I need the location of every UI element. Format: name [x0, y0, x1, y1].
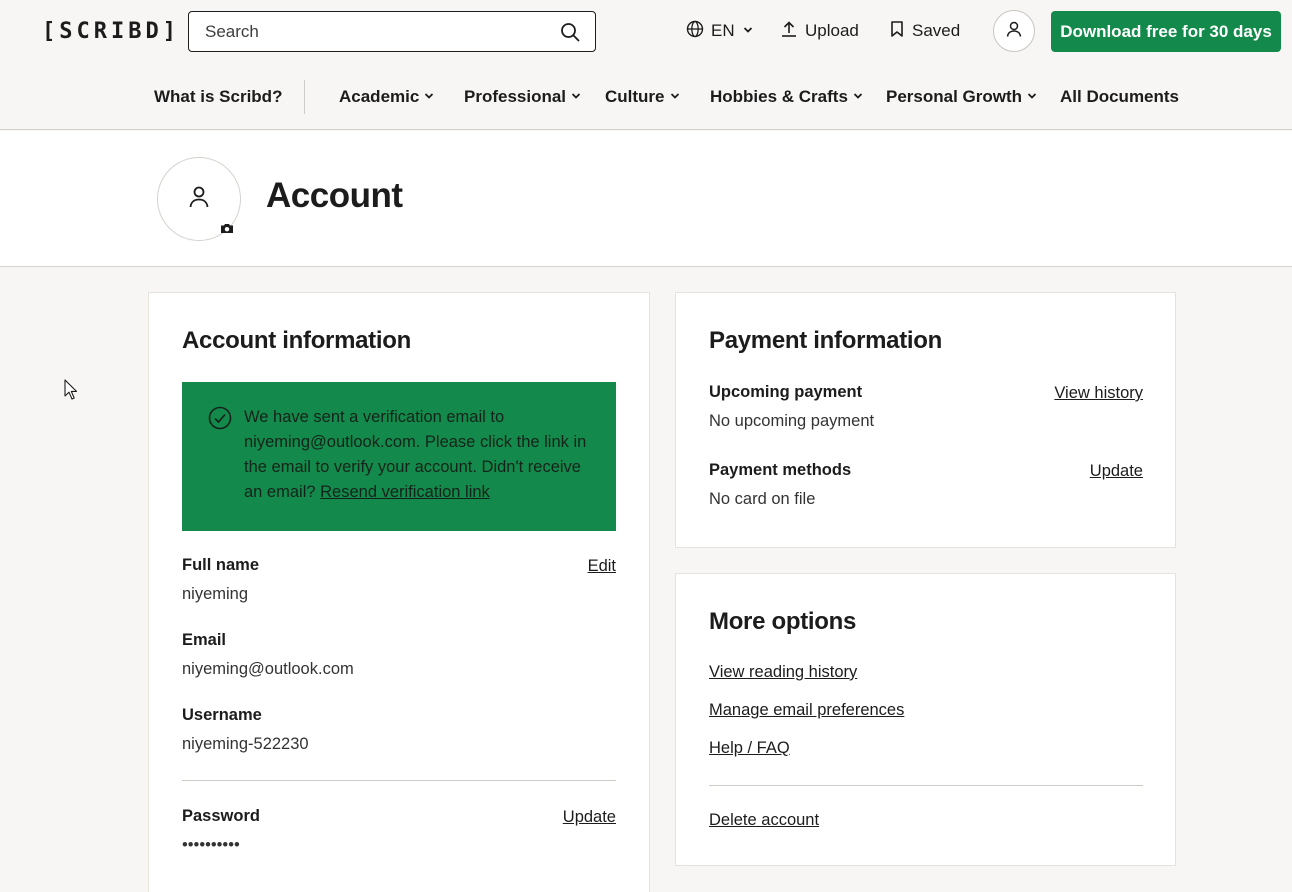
- nav-divider: [304, 80, 305, 114]
- nav-item-label: Personal Growth: [886, 87, 1023, 106]
- account-information-heading: Account information: [182, 327, 411, 354]
- manage-email-preferences-link[interactable]: Manage email preferences: [709, 701, 904, 720]
- download-free-trial-button[interactable]: Download free for 30 days: [1051, 11, 1281, 52]
- full-name-value: niyeming: [182, 585, 249, 603]
- edit-full-name-link[interactable]: Edit: [588, 557, 616, 576]
- chevron-down-icon: [852, 87, 864, 107]
- upload-icon: [780, 20, 798, 43]
- page-title: Account: [266, 176, 403, 215]
- nav-item-culture[interactable]: Culture: [605, 80, 681, 114]
- username-value: niyeming-522230: [182, 735, 309, 753]
- full-name-label: Full name: [182, 556, 260, 574]
- upload-label: Upload: [805, 21, 859, 40]
- nav-item-label: All Documents: [1060, 87, 1180, 106]
- search-box[interactable]: [188, 11, 596, 52]
- chevron-down-icon: [1026, 87, 1038, 107]
- help-faq-link[interactable]: Help / FAQ: [709, 739, 790, 758]
- chevron-down-icon: [570, 87, 582, 107]
- update-payment-method-link[interactable]: Update: [1090, 462, 1143, 481]
- delete-account-link[interactable]: Delete account: [709, 811, 819, 830]
- nav-item-hobbies-crafts[interactable]: Hobbies & Crafts: [710, 80, 864, 114]
- username-field: Username niyeming-522230: [182, 706, 616, 754]
- user-icon: [1005, 20, 1023, 43]
- bookmark-icon: [889, 20, 905, 43]
- payment-methods-value: No card on file: [709, 490, 816, 508]
- password-label: Password: [182, 807, 260, 825]
- verification-notice-text: We have sent a verification email to niy…: [244, 405, 594, 531]
- nav-item-label: Culture: [605, 87, 665, 106]
- view-history-link[interactable]: View history: [1054, 384, 1143, 403]
- avatar[interactable]: [157, 157, 241, 241]
- user-menu-button[interactable]: [993, 10, 1035, 52]
- verification-notice: We have sent a verification email to niy…: [182, 382, 616, 531]
- search-icon[interactable]: [559, 21, 581, 43]
- nav-item-personal-growth[interactable]: Personal Growth: [886, 80, 1038, 114]
- password-field: Password •••••••••• Update: [182, 807, 616, 855]
- upcoming-payment-value: No upcoming payment: [709, 412, 875, 430]
- view-reading-history-link[interactable]: View reading history: [709, 663, 857, 682]
- check-circle-icon: [208, 406, 232, 430]
- cursor-icon: [64, 379, 78, 400]
- search-input[interactable]: [205, 21, 559, 42]
- scribd-logo[interactable]: [SCRIBD]: [42, 16, 180, 46]
- divider: [182, 780, 616, 781]
- more-options-heading: More options: [709, 608, 857, 635]
- chevron-down-icon: [742, 21, 754, 41]
- payment-information-card: Payment information Upcoming payment No …: [675, 292, 1176, 548]
- globe-icon: [686, 20, 704, 43]
- saved-label: Saved: [912, 21, 961, 40]
- password-value: ••••••••••: [182, 836, 240, 854]
- nav-item-academic[interactable]: Academic: [339, 80, 435, 114]
- nav-item-label: Professional: [464, 87, 567, 106]
- username-label: Username: [182, 706, 262, 724]
- account-title-band: Account: [0, 131, 1292, 267]
- user-icon: [187, 184, 211, 215]
- language-label: EN: [711, 21, 735, 40]
- saved-button[interactable]: Saved: [889, 16, 960, 46]
- resend-verification-link[interactable]: Resend verification link: [320, 483, 490, 501]
- chevron-down-icon: [423, 87, 435, 107]
- language-selector[interactable]: EN: [686, 16, 754, 46]
- email-field: Email niyeming@outlook.com: [182, 631, 616, 679]
- email-value: niyeming@outlook.com: [182, 660, 354, 678]
- nav-item-all-documents[interactable]: All Documents: [1060, 80, 1179, 114]
- update-password-link[interactable]: Update: [563, 808, 616, 827]
- chevron-down-icon: [669, 87, 681, 107]
- category-nav: What is Scribd? Academic Professional Cu…: [0, 80, 1292, 114]
- account-information-card: Account information We have sent a verif…: [148, 292, 650, 892]
- nav-item-label: Academic: [339, 87, 420, 106]
- upcoming-payment-field: Upcoming payment No upcoming payment Vie…: [709, 383, 1143, 431]
- nav-item-label: Hobbies & Crafts: [710, 87, 848, 106]
- nav-item-professional[interactable]: Professional: [464, 80, 582, 114]
- full-name-field: Full name niyeming Edit: [182, 556, 616, 604]
- nav-item-what-is-scribd[interactable]: What is Scribd?: [154, 80, 282, 114]
- site-header: [SCRIBD] EN Upload Saved Download free f…: [0, 0, 1292, 130]
- payment-information-heading: Payment information: [709, 327, 942, 354]
- upload-button[interactable]: Upload: [780, 16, 859, 46]
- divider: [709, 785, 1143, 786]
- email-label: Email: [182, 631, 227, 649]
- camera-icon[interactable]: [220, 221, 234, 233]
- nav-item-label: What is Scribd?: [154, 87, 283, 106]
- payment-methods-label: Payment methods: [709, 461, 852, 479]
- more-options-card: More options View reading history Manage…: [675, 573, 1176, 866]
- payment-methods-field: Payment methods No card on file Update: [709, 461, 1143, 509]
